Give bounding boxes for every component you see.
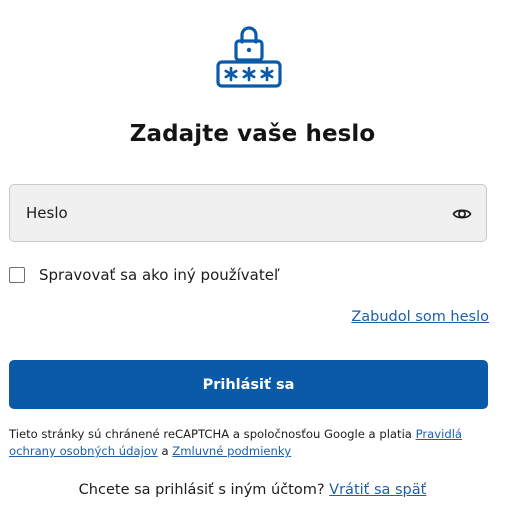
impersonate-checkbox[interactable] (9, 267, 25, 283)
impersonate-label: Spravovať sa ako iný používateľ (39, 266, 280, 284)
forgot-password-link[interactable]: Zabudol som heslo (351, 309, 489, 325)
login-button[interactable]: Prihlásiť sa (9, 360, 488, 409)
password-field[interactable]: Heslo (9, 184, 487, 242)
recaptcha-notice: Tieto stránky sú chránené reCAPTCHA a sp… (9, 426, 491, 460)
login-password-page: Zadajte vaše heslo Heslo Spravovať sa ak… (0, 0, 505, 527)
recaptcha-conjunction: a (161, 444, 169, 458)
recaptcha-text: Tieto stránky sú chránené reCAPTCHA a sp… (9, 427, 412, 441)
terms-link[interactable]: Zmluvné podmienky (172, 444, 291, 458)
page-title: Zadajte vaše heslo (129, 121, 376, 147)
password-lock-icon (216, 26, 282, 88)
switch-account-question: Chcete sa prihlásiť s iným účtom? (78, 482, 325, 498)
password-placeholder: Heslo (26, 204, 68, 222)
switch-account-row: Chcete sa prihlásiť s iným účtom? Vrátiť… (0, 482, 505, 498)
eye-icon[interactable] (452, 204, 472, 224)
impersonate-option[interactable]: Spravovať sa ako iný používateľ (9, 264, 280, 286)
go-back-link[interactable]: Vrátiť sa späť (329, 482, 426, 498)
